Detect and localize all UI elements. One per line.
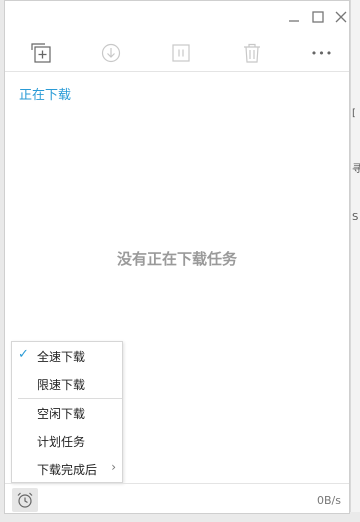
maximize-icon bbox=[312, 11, 324, 23]
trash-icon bbox=[244, 43, 260, 63]
close-icon bbox=[335, 11, 347, 23]
chevron-right-icon: › bbox=[111, 460, 116, 474]
menu-item-label: 下载完成后 bbox=[37, 463, 98, 477]
background-text-fragment: [ bbox=[352, 108, 356, 119]
add-task-icon bbox=[31, 43, 51, 63]
pause-icon bbox=[172, 44, 190, 62]
close-button[interactable] bbox=[333, 9, 349, 25]
pause-button[interactable] bbox=[168, 41, 194, 65]
more-button[interactable]: ••• bbox=[309, 41, 335, 65]
menu-item-scheduled-task[interactable]: 计划任务 bbox=[12, 427, 122, 455]
menu-item-after-download[interactable]: 下载完成后 › bbox=[12, 455, 122, 483]
section-title-downloading[interactable]: 正在下载 bbox=[19, 84, 71, 103]
alarm-clock-icon bbox=[17, 492, 33, 508]
background-window-edge bbox=[350, 0, 360, 522]
download-icon bbox=[101, 43, 121, 63]
menu-item-full-speed[interactable]: ✓ 全速下载 bbox=[12, 342, 122, 370]
toolbar: ••• bbox=[5, 35, 349, 72]
background-text-fragment: 寻 bbox=[352, 164, 360, 175]
menu-item-label: 计划任务 bbox=[37, 435, 86, 449]
start-download-button[interactable] bbox=[98, 41, 124, 65]
menu-item-label: 全速下载 bbox=[37, 350, 86, 364]
empty-state-message: 没有正在下载任务 bbox=[116, 250, 237, 268]
download-manager-window: ••• 正在下载 没有正在下载任务 ✓ 全速下载 限速下载 空闲下载 计划任务 … bbox=[4, 0, 350, 514]
minimize-button[interactable] bbox=[286, 9, 302, 25]
menu-item-idle-download[interactable]: 空闲下载 bbox=[12, 399, 122, 427]
download-speed: 0B/s bbox=[317, 494, 341, 507]
checkmark-icon: ✓ bbox=[18, 347, 29, 362]
schedule-button[interactable] bbox=[12, 488, 38, 512]
delete-button[interactable] bbox=[239, 41, 265, 65]
menu-item-limited-speed[interactable]: 限速下载 bbox=[12, 370, 122, 398]
maximize-button[interactable] bbox=[310, 9, 326, 25]
menu-item-label: 空闲下载 bbox=[37, 407, 86, 421]
status-bar: 0B/s bbox=[5, 483, 349, 515]
minimize-icon bbox=[289, 20, 299, 22]
background-text-fragment: S bbox=[352, 212, 359, 223]
speed-mode-menu: ✓ 全速下载 限速下载 空闲下载 计划任务 下载完成后 › bbox=[11, 341, 123, 483]
title-bar bbox=[5, 1, 349, 35]
menu-item-label: 限速下载 bbox=[37, 378, 86, 392]
new-task-button[interactable] bbox=[28, 41, 54, 65]
